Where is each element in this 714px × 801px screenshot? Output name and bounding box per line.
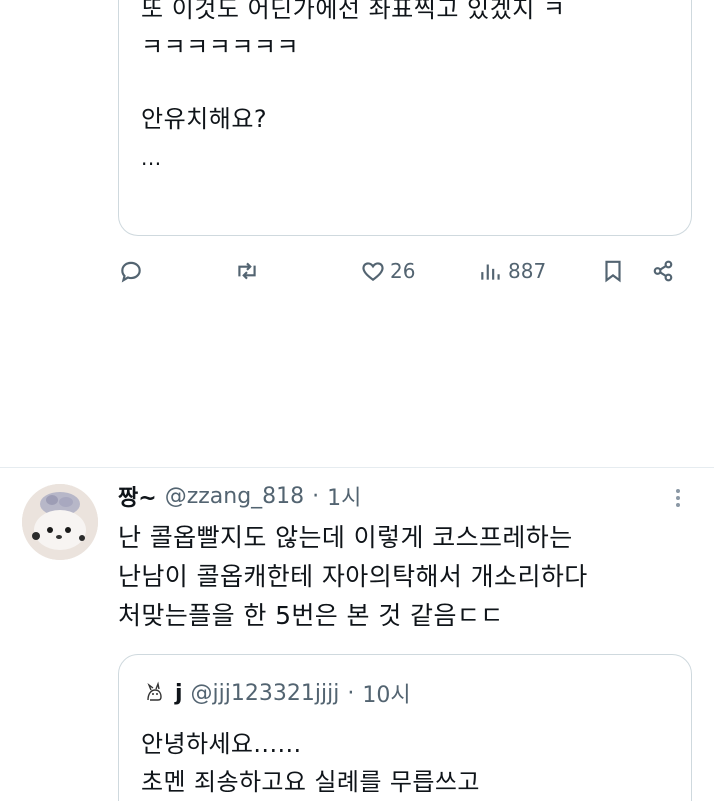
- display-name[interactable]: 짱~: [118, 480, 157, 512]
- heart-icon: [362, 262, 384, 281]
- retweet-icon: [238, 262, 256, 280]
- reply-icon: [121, 261, 141, 283]
- avatar[interactable]: [22, 484, 98, 560]
- like-button[interactable]: 26: [360, 254, 415, 288]
- quoted-avatar-icon: [141, 680, 167, 706]
- avatar-image: [22, 484, 98, 560]
- like-count: 26: [390, 259, 416, 283]
- tweet-text: 난 콜옵빨지도 않는데 이렇게 코스프레하는 난남이 콜옵캐한테 자아의탁해서 …: [118, 518, 698, 635]
- quoted-user-handle: @jjj123321jjjj: [190, 680, 340, 706]
- quoted-line: ㅋㅋㅋㅋㅋㅋㅋ: [141, 33, 300, 61]
- quoted-tweet-header: j @jjj123321jjjj · 10시: [141, 677, 411, 709]
- bookmark-icon: [605, 260, 621, 283]
- views-button[interactable]: 887: [478, 254, 546, 288]
- tweet-actions: 26 887: [116, 254, 686, 288]
- quoted-line: 안유치해요?: [141, 105, 268, 133]
- tweet-line: 난 콜옵빨지도 않는데 이렇게 코스프레하는: [118, 523, 573, 552]
- views-icon: [481, 264, 500, 280]
- quoted-display-name: j: [175, 680, 183, 706]
- user-handle[interactable]: @zzang_818: [165, 484, 304, 509]
- quoted-line: ...: [141, 146, 162, 170]
- reply-button[interactable]: [118, 254, 144, 288]
- retweet-button[interactable]: [234, 254, 260, 288]
- tweet-header: 짱~ @zzang_818 · 1시: [118, 478, 361, 514]
- tweet-line: 난남이 콜옵캐한테 자아의탁해서 개소리하다: [118, 562, 588, 591]
- quoted-line: 초멘 죄송하고요 실례를 무릅쓰고: [141, 768, 480, 796]
- tweet-divider: [0, 467, 714, 468]
- separator-dot: ·: [312, 483, 320, 509]
- quoted-line: 안녕하세요......: [141, 730, 302, 758]
- quoted-tweet-text: 안녕하세요...... 초멘 죄송하고요 실례를 무릅쓰고: [141, 725, 480, 801]
- quoted-tweet-text: 또 이것도 어딘가에선 좌표찍고 있겠지 ㅋ ㅋㅋㅋㅋㅋㅋㅋ 안유치해요? ..…: [141, 0, 673, 172]
- quoted-tweet-card[interactable]: 또 이것도 어딘가에선 좌표찍고 있겠지 ㅋ ㅋㅋㅋㅋㅋㅋㅋ 안유치해요? ..…: [118, 0, 692, 236]
- separator-dot: ·: [347, 680, 355, 706]
- quoted-line: 또 이것도 어딘가에선 좌표찍고 있겠지 ㅋ: [141, 0, 566, 23]
- more-options-icon[interactable]: [668, 486, 688, 516]
- tweet-line: 처맞는플을 한 5번은 본 것 같음ㄷㄷ: [118, 601, 504, 630]
- share-icon: [653, 260, 673, 282]
- share-button[interactable]: [650, 254, 676, 288]
- quoted-tweet-card[interactable]: j @jjj123321jjjj · 10시 안녕하세요...... 초멘 죄송…: [118, 654, 692, 801]
- timestamp[interactable]: 1시: [327, 480, 361, 512]
- bookmark-button[interactable]: [600, 254, 626, 288]
- quoted-timestamp: 10시: [362, 683, 411, 708]
- views-count: 887: [508, 259, 547, 283]
- timeline: 또 이것도 어딘가에선 좌표찍고 있겠지 ㅋ ㅋㅋㅋㅋㅋㅋㅋ 안유치해요? ..…: [0, 0, 714, 801]
